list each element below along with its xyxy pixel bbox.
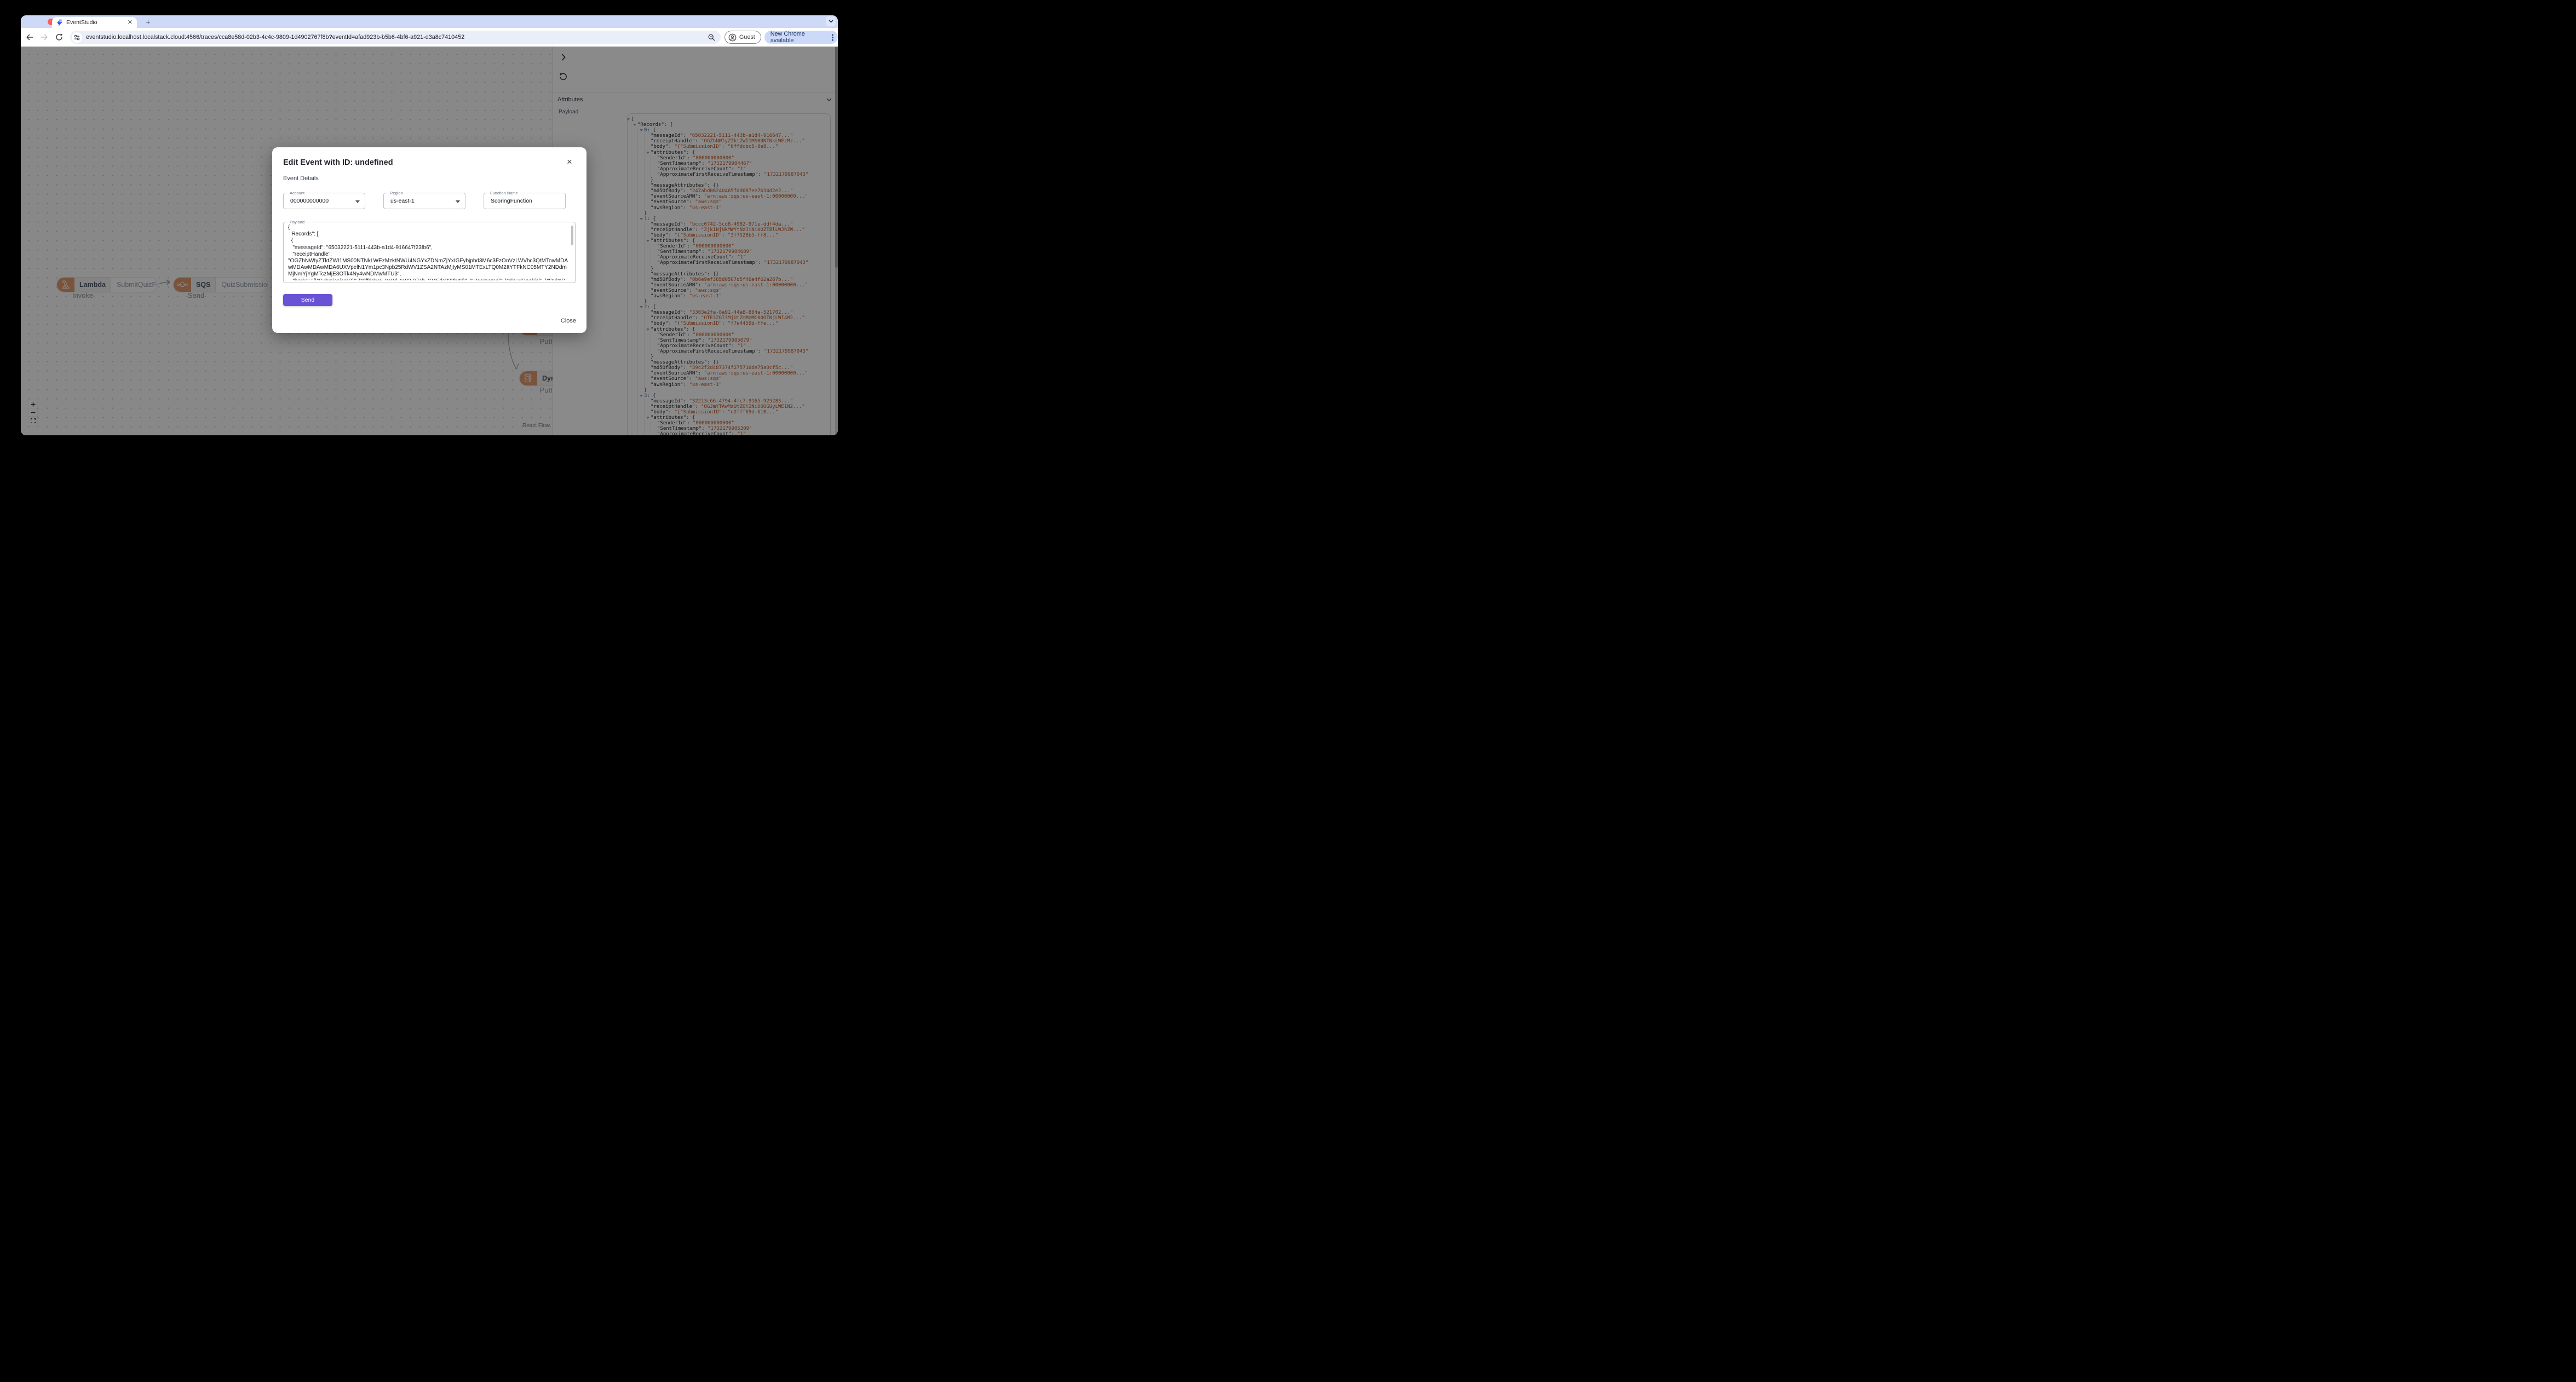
profile-button[interactable]: Guest	[724, 31, 761, 44]
region-select[interactable]: Region us-east-1	[383, 191, 465, 209]
payload-field: Payload { "Records": [ { "messageId": "6…	[283, 220, 576, 283]
zoom-out-page-button[interactable]	[708, 34, 715, 41]
url-text: eventstudio.localhost.localstack.cloud:4…	[85, 34, 465, 41]
guest-label: Guest	[739, 34, 755, 41]
edit-event-modal: Edit Event with ID: undefined ✕ Event De…	[272, 147, 586, 333]
tune-icon	[74, 34, 80, 40]
dropdown-caret-icon	[456, 200, 460, 203]
browser-window: EventStudio ✕ + eventstudio.localhost.lo…	[21, 15, 838, 435]
new-tab-button[interactable]: +	[143, 18, 153, 27]
site-settings-button[interactable]	[71, 32, 82, 43]
kebab-menu-icon[interactable]	[832, 33, 833, 41]
chrome-update-button[interactable]: New Chrome available	[764, 31, 838, 44]
update-label: New Chrome available	[770, 31, 805, 44]
page-content: Lambda SubmitQuizFunction Invoke SQS Qui…	[21, 47, 838, 435]
tab-eventstudio[interactable]: EventStudio ✕	[52, 17, 137, 28]
modal-close-icon[interactable]: ✕	[566, 158, 573, 166]
magnifier-minus-icon	[708, 34, 715, 41]
payload-field-label: Payload	[288, 220, 307, 224]
forward-button[interactable]	[38, 31, 50, 44]
modal-title: Edit Event with ID: undefined	[283, 158, 393, 167]
back-arrow-icon	[26, 34, 33, 41]
region-value: us-east-1	[390, 198, 415, 204]
tab-close-icon[interactable]: ✕	[128, 19, 133, 26]
payload-textarea[interactable]: { "Records": [ { "messageId": "65032221-…	[288, 224, 570, 280]
account-value: 000000000000	[290, 198, 329, 204]
function-name-value: ScoringFunction	[491, 198, 532, 204]
send-button[interactable]: Send	[283, 294, 332, 306]
url-bar[interactable]: eventstudio.localhost.localstack.cloud:4…	[70, 31, 721, 44]
forward-arrow-icon	[41, 34, 48, 41]
guest-avatar-icon	[728, 33, 737, 41]
close-button[interactable]: Close	[561, 318, 576, 324]
function-name-field[interactable]: Function Name ScoringFunction	[484, 191, 566, 209]
event-details-label: Event Details	[283, 175, 319, 182]
chevron-down-icon	[828, 20, 833, 23]
reload-icon	[56, 33, 63, 41]
dropdown-caret-icon	[355, 200, 360, 203]
tab-strip: EventStudio ✕ +	[21, 15, 838, 28]
tab-search-chevron-button[interactable]	[826, 16, 836, 26]
tab-title: EventStudio	[66, 19, 97, 26]
payload-scrollbar-thumb[interactable]	[571, 226, 573, 245]
favicon-eventstudio-icon	[56, 19, 63, 26]
reload-button[interactable]	[53, 31, 66, 44]
browser-toolbar: eventstudio.localhost.localstack.cloud:4…	[21, 28, 838, 47]
back-button[interactable]	[23, 31, 36, 44]
account-select[interactable]: Account 000000000000	[283, 191, 365, 209]
event-fields-row: Account 000000000000 Region us-east-1 Fu…	[283, 191, 566, 209]
